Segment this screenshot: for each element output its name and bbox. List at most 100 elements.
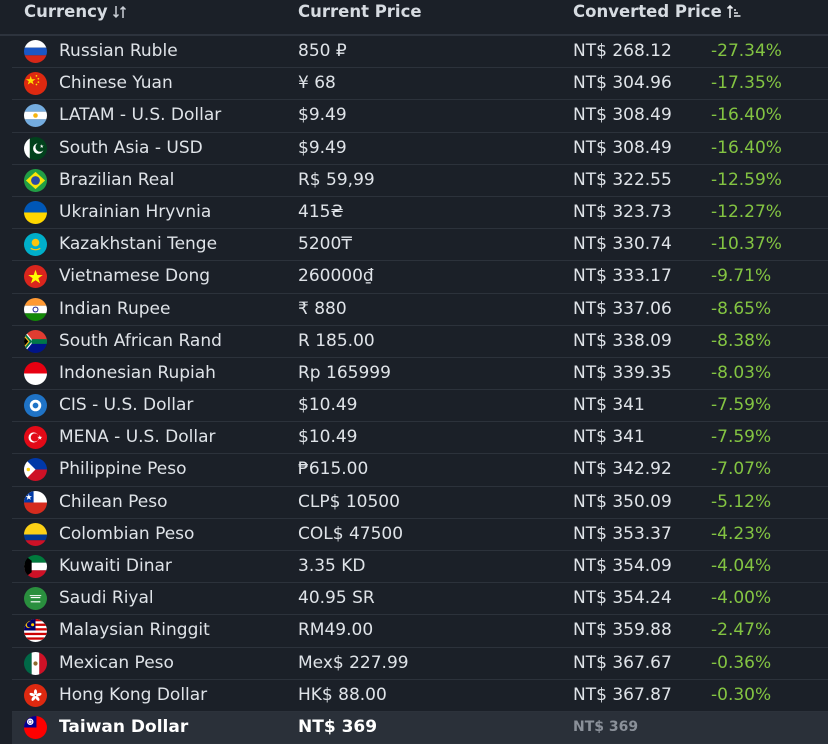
- table-row: CIS - U.S. Dollar $10.49 NT$ 341 -7.59%: [12, 390, 828, 423]
- price-difference-percent: -12.59%: [711, 169, 782, 190]
- price-table: Currency Current Price Converted Price R…: [0, 0, 828, 744]
- current-price: HK$ 88.00: [298, 684, 387, 705]
- current-price: CLP$ 10500: [298, 491, 400, 512]
- table-row: Ukrainian Hryvnia 415₴ NT$ 323.73 -12.27%: [12, 197, 828, 230]
- price-difference-percent: -0.36%: [711, 652, 772, 673]
- currency-header-label: Currency: [24, 2, 108, 21]
- converted-price: NT$ 369: [573, 718, 639, 735]
- converted-price: NT$ 350.09: [573, 491, 672, 512]
- current-price: 5200₸: [298, 234, 353, 255]
- sort-by-current-price-header[interactable]: Current Price: [298, 2, 422, 21]
- sort-unsorted-icon: [112, 5, 126, 18]
- converted-price: NT$ 341: [573, 395, 645, 416]
- table-row: Russian Ruble 850 ₽ NT$ 268.12 -27.34%: [12, 36, 828, 69]
- currency-name: South African Rand: [59, 330, 222, 351]
- price-difference-percent: -4.00%: [711, 588, 772, 609]
- current-price: ₹ 880: [298, 298, 347, 319]
- converted-price: NT$ 338.09: [573, 330, 672, 351]
- table-row: MENA - U.S. Dollar $10.49 NT$ 341 -7.59%: [12, 422, 828, 455]
- converted-price: NT$ 354.24: [573, 588, 672, 609]
- price-difference-percent: -2.47%: [711, 620, 772, 641]
- table-row: Saudi Riyal 40.95 SR NT$ 354.24 -4.00%: [12, 583, 828, 616]
- current-price: $10.49: [298, 395, 358, 416]
- converted-price: NT$ 323.73: [573, 201, 672, 222]
- currency-name: Indonesian Rupiah: [59, 362, 216, 383]
- currency-name: Vietnamese Dong: [59, 266, 211, 287]
- currency-name: Philippine Peso: [59, 459, 187, 480]
- current-price: 40.95 SR: [298, 588, 375, 609]
- table-row: LATAM - U.S. Dollar $9.49 NT$ 308.49 -16.40…: [12, 100, 828, 133]
- currency-name: Chilean Peso: [59, 491, 168, 512]
- price-difference-percent: -5.12%: [711, 491, 772, 512]
- converted-price: NT$ 322.55: [573, 169, 672, 190]
- currency-name: Kazakhstani Tenge: [59, 234, 218, 255]
- sort-by-currency-header[interactable]: Currency: [24, 2, 128, 21]
- currency-name: Mexican Peso: [59, 652, 174, 673]
- flag-co-icon: [24, 522, 47, 546]
- current-price: $9.49: [298, 137, 347, 158]
- converted-price: NT$ 268.12: [573, 41, 672, 61]
- flag-vn-icon: [24, 265, 47, 289]
- flag-cl-icon: [24, 490, 47, 514]
- converted-price: NT$ 341: [573, 427, 645, 448]
- table-row: Chinese Yuan ¥ 68 NT$ 304.96 -17.35%: [12, 68, 828, 101]
- currency-name: Russian Ruble: [59, 41, 178, 61]
- current-price: R 185.00: [298, 330, 375, 351]
- currency-name: Indian Rupee: [59, 298, 171, 319]
- flag-ph-icon: [24, 458, 47, 482]
- converted-price: NT$ 354.09: [573, 556, 672, 576]
- current-price: R$ 59,99: [298, 169, 375, 190]
- flag-ar-icon: [24, 104, 47, 128]
- sort-by-converted-price-header[interactable]: Converted Price: [573, 2, 742, 21]
- price-difference-percent: -7.07%: [711, 459, 772, 480]
- converted-price: NT$ 304.96: [573, 73, 672, 94]
- converted-price: NT$ 367.67: [573, 652, 672, 673]
- table-row: Indonesian Rupiah Rp 165999 NT$ 339.35 -8.0…: [12, 358, 828, 391]
- flag-hk-icon: [24, 683, 47, 707]
- flag-mx-icon: [24, 651, 47, 675]
- current-price: 3.35 KD: [298, 556, 366, 576]
- table-body: Russian Ruble 850 ₽ NT$ 268.12 -27.34% Chine…: [0, 36, 828, 744]
- price-difference-percent: -12.27%: [711, 201, 782, 222]
- currency-name: South Asia - USD: [59, 137, 203, 158]
- price-difference-percent: -4.04%: [711, 556, 772, 576]
- price-difference-percent: -27.34%: [711, 41, 782, 61]
- current-price: 260000₫: [298, 266, 374, 287]
- table-row: Vietnamese Dong 260000₫ NT$ 333.17 -9.71%: [12, 261, 828, 294]
- converted-price: NT$ 339.35: [573, 362, 672, 383]
- converted-price: NT$ 308.49: [573, 137, 672, 158]
- flag-kz-icon: [24, 233, 47, 257]
- current-price-header-label: Current Price: [298, 2, 422, 21]
- flag-cn-icon: [24, 72, 47, 96]
- current-price: $9.49: [298, 105, 347, 126]
- price-difference-percent: -4.23%: [711, 523, 772, 544]
- currency-name: Hong Kong Dollar: [59, 684, 208, 705]
- table-row: South Asia - USD $9.49 NT$ 308.49 -16.40%: [12, 133, 828, 165]
- price-difference-percent: -0.30%: [711, 684, 772, 705]
- currency-name: LATAM - U.S. Dollar: [59, 105, 222, 126]
- table-row: Brazilian Real R$ 59,99 NT$ 322.55 -12.59%: [12, 165, 828, 197]
- table-row: Philippine Peso ₱615.00 NT$ 342.92 -7.07%: [12, 454, 828, 487]
- price-difference-percent: -8.03%: [711, 362, 772, 383]
- flag-ru-icon: [24, 40, 47, 63]
- flag-id-icon: [24, 361, 47, 385]
- currency-name: Colombian Peso: [59, 523, 195, 544]
- current-price: RM49.00: [298, 620, 374, 641]
- current-price: ₱615.00: [298, 459, 369, 480]
- flag-kw-icon: [24, 555, 47, 578]
- current-price: Mex$ 227.99: [298, 652, 409, 673]
- converted-price: NT$ 367.87: [573, 684, 672, 705]
- converted-price-header-label: Converted Price: [573, 2, 722, 21]
- currency-name: Malaysian Ringgit: [59, 620, 210, 641]
- sort-ascending-icon: [726, 4, 741, 18]
- table-row: Kuwaiti Dinar 3.35 KD NT$ 354.09 -4.04%: [12, 551, 828, 584]
- flag-my-icon: [24, 619, 47, 643]
- table-row: South African Rand R 185.00 NT$ 338.09 -8.3…: [12, 326, 828, 358]
- table-header: Currency Current Price Converted Price: [0, 0, 828, 36]
- table-row: Indian Rupee ₹ 880 NT$ 337.06 -8.65%: [12, 294, 828, 326]
- flag-ua-icon: [24, 200, 47, 224]
- table-row: Malaysian Ringgit RM49.00 NT$ 359.88 -2.47%: [12, 615, 828, 648]
- price-difference-percent: -16.40%: [711, 105, 782, 126]
- current-price: ¥ 68: [298, 73, 336, 94]
- price-difference-percent: -17.35%: [711, 73, 782, 94]
